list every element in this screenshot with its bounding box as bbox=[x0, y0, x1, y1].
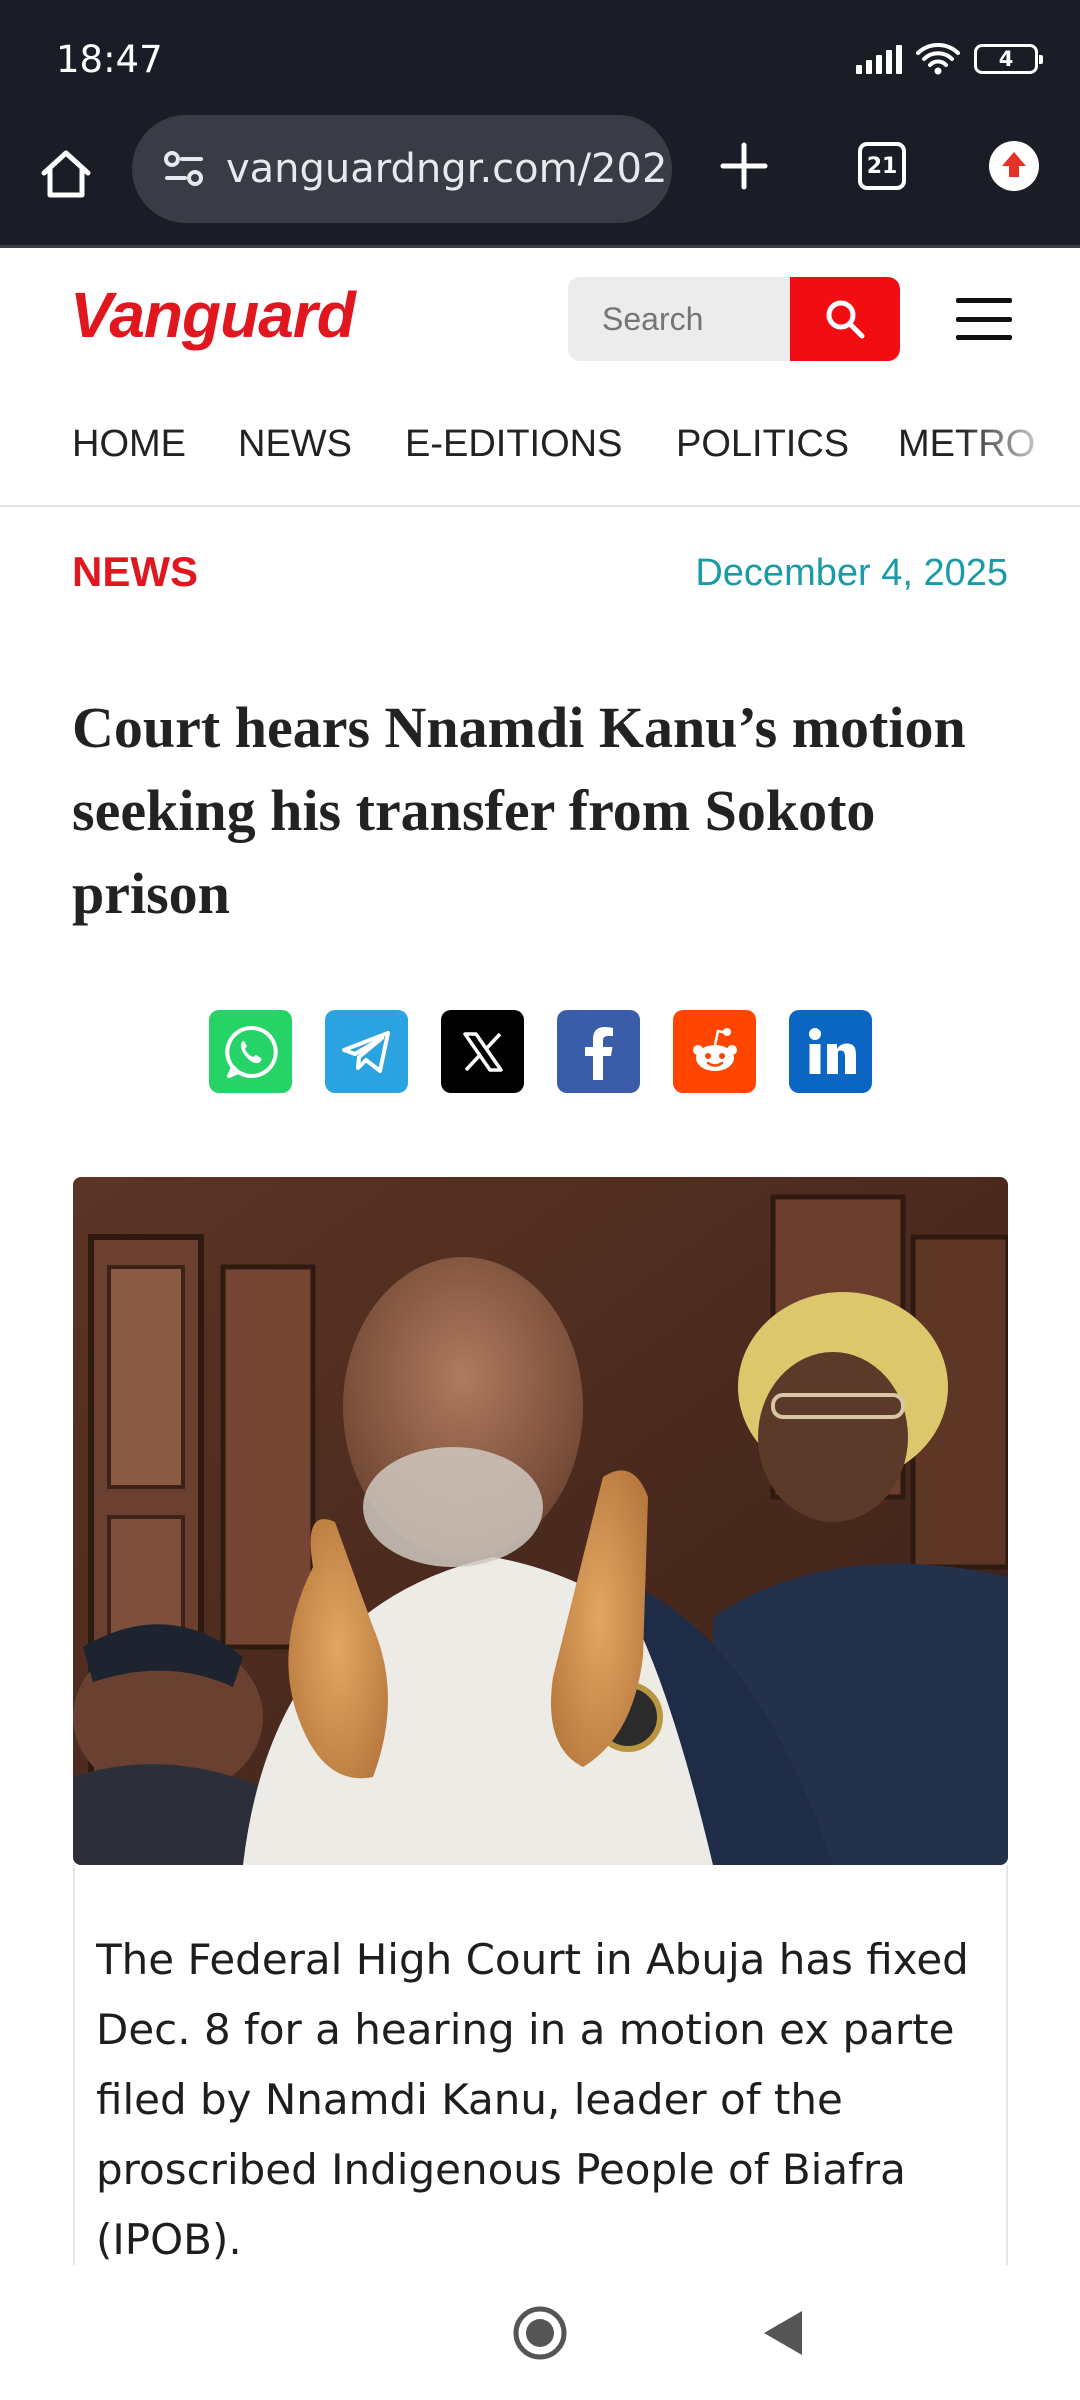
battery-icon: 4 bbox=[974, 44, 1043, 74]
nav-item-news[interactable]: NEWS bbox=[238, 423, 352, 466]
tabs-icon: 21 bbox=[858, 142, 906, 190]
article-date: December 4, 2025 bbox=[695, 552, 1008, 594]
vanguard-logo[interactable]: Vanguard bbox=[70, 278, 356, 352]
status-icons: 4 bbox=[856, 42, 1043, 76]
new-tab-button[interactable] bbox=[712, 134, 776, 198]
telegram-icon bbox=[341, 1030, 390, 1073]
article-category[interactable]: NEWS bbox=[72, 548, 198, 596]
new-tab-icon bbox=[720, 142, 768, 190]
article-photo[interactable] bbox=[73, 1177, 1008, 1865]
nav-item-politics[interactable]: POLITICS bbox=[676, 423, 849, 466]
whatsapp-share-button[interactable] bbox=[209, 1010, 292, 1093]
tabs-button[interactable]: 21 bbox=[850, 134, 914, 198]
home-button[interactable] bbox=[34, 142, 98, 206]
reddit-icon bbox=[692, 1027, 737, 1071]
nav-fade bbox=[960, 385, 1080, 505]
search-input[interactable] bbox=[568, 277, 790, 361]
browser-toolbar: vanguardngr.com/202 21 bbox=[0, 112, 1080, 248]
url-text[interactable]: vanguardngr.com/202 bbox=[226, 146, 667, 192]
back-icon[interactable] bbox=[758, 2307, 810, 2359]
share-buttons bbox=[209, 1010, 872, 1093]
status-time: 18:47 bbox=[56, 38, 163, 81]
telegram-share-button[interactable] bbox=[325, 1010, 408, 1093]
article-headline: Court hears Nnamdi Kanu’s motion seeking… bbox=[72, 695, 966, 926]
wifi-icon bbox=[916, 43, 960, 75]
linkedin-share-button[interactable] bbox=[789, 1010, 872, 1093]
nav-item-home[interactable]: HOME bbox=[72, 423, 186, 466]
search-icon bbox=[826, 300, 865, 339]
facebook-share-button[interactable] bbox=[557, 1010, 640, 1093]
x-icon bbox=[462, 1031, 503, 1072]
update-icon bbox=[989, 141, 1039, 191]
system-navigation-bar bbox=[0, 2265, 1080, 2400]
signal-icon bbox=[856, 44, 902, 74]
tab-count: 21 bbox=[866, 153, 898, 179]
update-button[interactable] bbox=[982, 134, 1046, 198]
whatsapp-icon bbox=[224, 1025, 278, 1078]
linkedin-icon bbox=[808, 1027, 856, 1074]
search-box bbox=[568, 277, 900, 361]
site-header: Vanguard bbox=[0, 250, 1080, 385]
facebook-icon bbox=[584, 1026, 613, 1080]
menu-icon[interactable] bbox=[956, 298, 1012, 340]
home-icon bbox=[41, 150, 91, 198]
home-circle-icon[interactable] bbox=[512, 2305, 568, 2361]
x-share-button[interactable] bbox=[441, 1010, 524, 1093]
site-settings-icon[interactable] bbox=[156, 141, 212, 197]
article-body: The Federal High Court in Abuja has fixe… bbox=[96, 1935, 969, 2264]
reddit-share-button[interactable] bbox=[673, 1010, 756, 1093]
address-bar[interactable]: vanguardngr.com/202 bbox=[132, 115, 672, 223]
nav-item-e-editions[interactable]: E-EDITIONS bbox=[405, 423, 622, 466]
main-nav: HOME NEWS E-EDITIONS POLITICS METRO bbox=[0, 385, 1080, 507]
status-bar: 18:47 4 bbox=[0, 0, 1080, 112]
search-button[interactable] bbox=[790, 277, 900, 361]
battery-level: 4 bbox=[998, 47, 1014, 71]
